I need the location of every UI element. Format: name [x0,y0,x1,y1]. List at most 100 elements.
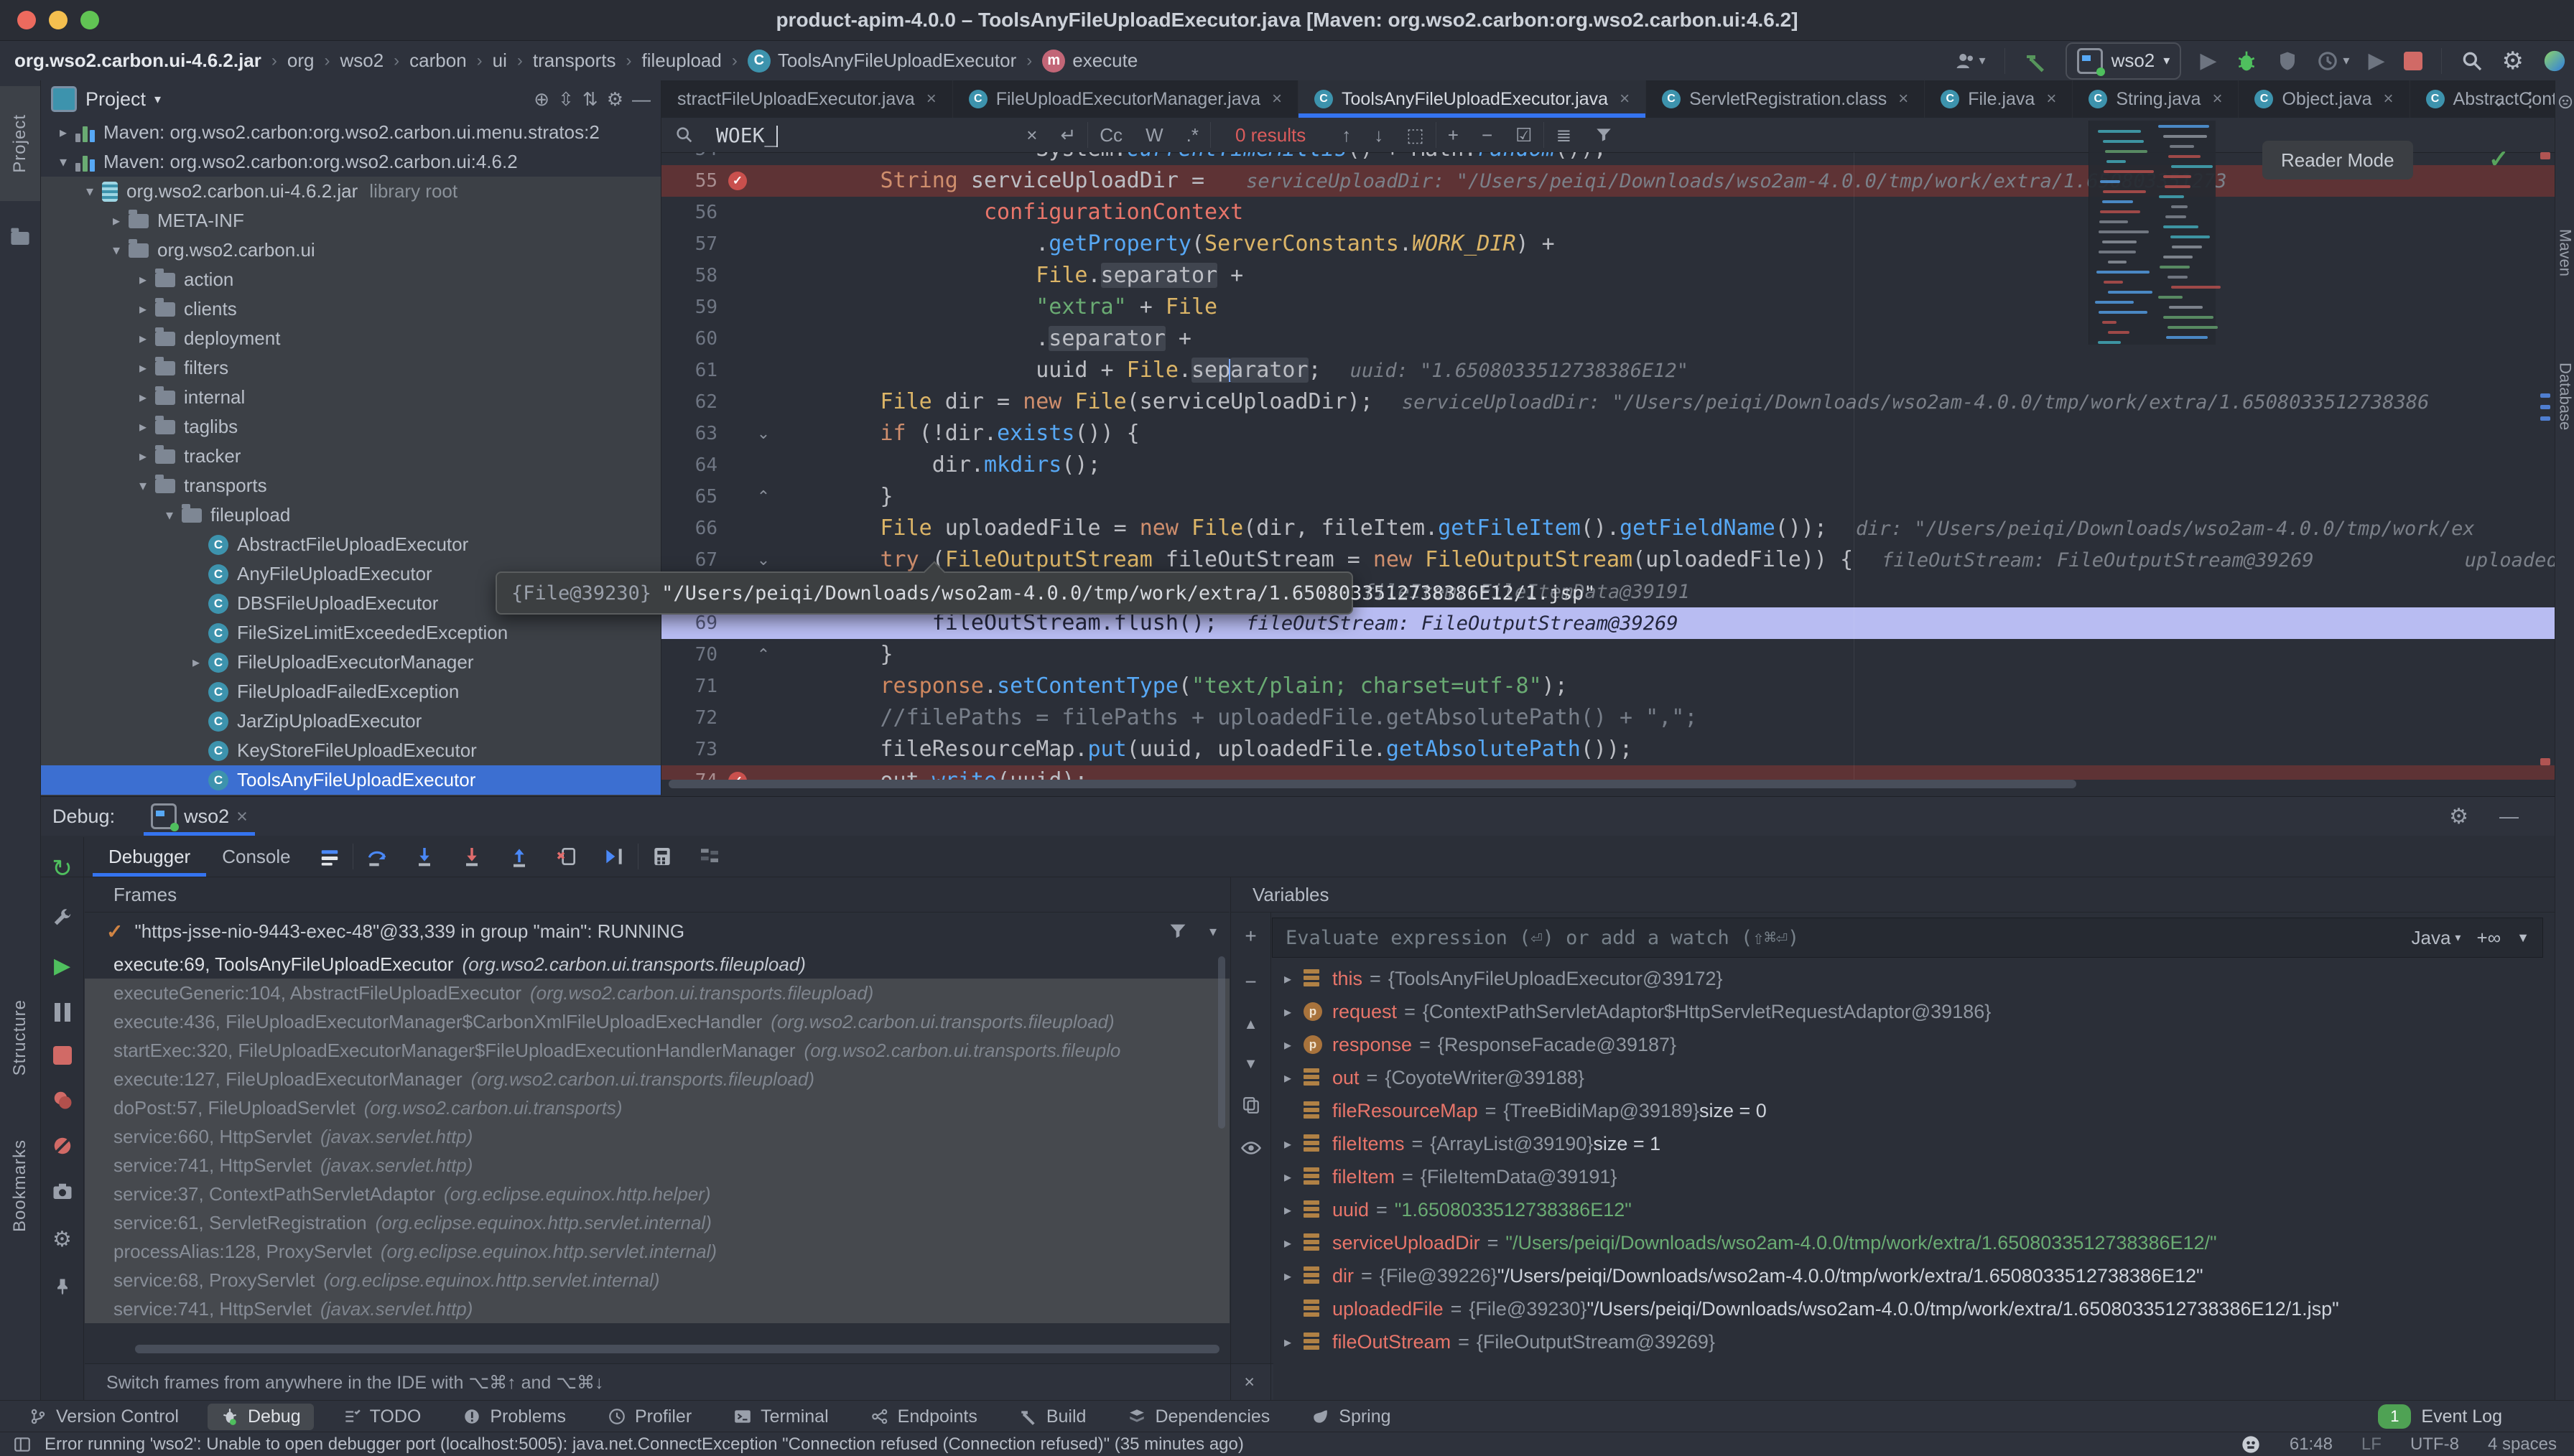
tree-item-keystorefileuploadexecutor[interactable]: CKeyStoreFileUploadExecutor [41,736,661,765]
variable-chevron-icon[interactable]: ▸ [1272,1168,1304,1186]
tool-window-button-profiler[interactable]: Profiler [595,1404,705,1430]
breakpoint-gutter[interactable]: ✓ [725,772,751,780]
code-line-65[interactable]: 65⌃ } [661,481,2555,513]
stripe-tab-maven[interactable]: Maven [2555,195,2574,310]
stack-frame[interactable]: processAlias:128, ProxyServlet(org.eclip… [85,1237,1230,1266]
stripe-tab-database[interactable]: Database [2555,325,2574,468]
run-to-cursor-icon[interactable] [603,845,626,868]
variable-row-dir[interactable]: ▸dir={File@39226} "/Users/peiqi/Download… [1272,1259,2555,1292]
add-watch-icon[interactable]: + [1245,925,1256,948]
settings-gear-icon[interactable]: ⚙ [2502,47,2524,75]
move-up-icon[interactable]: ▲ [1244,1017,1258,1033]
close-tab-icon[interactable]: × [2384,89,2394,109]
tree-chevron-icon[interactable]: ▸ [131,300,155,318]
variable-chevron-icon[interactable]: ▸ [1272,1135,1304,1153]
code-line-70[interactable]: 70⌃ } [661,639,2555,671]
code-line-60[interactable]: 60 .separator + [661,323,2555,355]
add-occurrence-icon[interactable]: + [1448,124,1459,146]
pause-program-icon[interactable] [55,1003,70,1022]
tool-window-button-problems[interactable]: Problems [450,1404,579,1430]
evaluate-expression-icon[interactable] [651,845,674,868]
tool-window-button-terminal[interactable]: Terminal [720,1404,841,1430]
variable-row-serviceUploadDir[interactable]: ▸serviceUploadDir="/Users/peiqi/Download… [1272,1226,2555,1259]
regex-toggle[interactable]: .* [1186,124,1199,146]
breadcrumb-item[interactable]: org [287,50,315,72]
add-to-watches-icon[interactable]: +∞ [2476,927,2501,949]
line-number[interactable]: 60 [661,328,725,350]
line-number[interactable]: 73 [661,739,725,760]
variable-row-uuid[interactable]: ▸uuid="1.6508033512738386E12" [1272,1193,2555,1226]
editor-tab-toolsanyfileuploadexecutor-java[interactable]: CToolsAnyFileUploadExecutor.java× [1298,80,1646,118]
line-number[interactable]: 61 [661,360,725,381]
tab-debugger[interactable]: Debugger [93,836,206,877]
layout-columns-icon[interactable] [13,1435,32,1454]
close-tab-icon[interactable]: × [2046,89,2056,109]
tab-console[interactable]: Console [206,836,306,877]
mute-breakpoints-icon[interactable] [52,1135,73,1157]
stack-frame[interactable]: execute:69, ToolsAnyFileUploadExecutor(o… [85,950,1230,979]
variable-row-uploadedFile[interactable]: uploadedFile={File@39230} "/Users/peiqi/… [1272,1292,2555,1325]
chevron-down-icon[interactable]: ▾ [154,92,161,107]
variable-row-response[interactable]: ▸presponse={ResponseFacade@39187} [1272,1028,2555,1061]
file-encoding[interactable]: UTF-8 [2410,1434,2459,1455]
stripe-mark-blue[interactable] [2540,416,2550,421]
indent-setting[interactable]: 4 spaces [2488,1434,2557,1455]
breadcrumb-item[interactable]: fileupload [642,50,722,72]
line-number[interactable]: 55 [661,170,725,192]
tree-item-jarzipuploadexecutor[interactable]: CJarZipUploadExecutor [41,706,661,736]
hide-panel-icon[interactable]: — [632,88,651,111]
breadcrumb-item[interactable]: carbon [409,50,467,72]
close-session-icon[interactable]: × [236,806,248,828]
line-number[interactable]: 64 [661,454,725,476]
stripe-tab-bookmarks[interactable]: Bookmarks [0,1114,40,1258]
variable-row-fileResourceMap[interactable]: fileResourceMap={TreeBidiMap@39189} size… [1272,1094,2555,1127]
tool-window-button-spring[interactable]: Spring [1298,1404,1403,1430]
tree-item-action[interactable]: ▸action [41,265,661,294]
variable-chevron-icon[interactable]: ▸ [1272,1333,1304,1351]
thread-dump-camera-icon[interactable] [52,1181,73,1203]
stripe-tab-project[interactable]: Project [0,86,40,201]
tool-window-button-todo[interactable]: TODO [330,1404,435,1430]
breakpoint-gutter[interactable]: ✓ [725,172,751,190]
tree-item-transports[interactable]: ▾transports [41,471,661,500]
tree-chevron-icon[interactable]: ▾ [78,182,102,200]
find-search-icon[interactable] [674,125,694,145]
variable-row-fileOutStream[interactable]: ▸fileOutStream={FileOutputStream@39269} [1272,1325,2555,1358]
status-message[interactable]: Error running 'wso2': Unable to open deb… [45,1434,1244,1455]
move-down-icon[interactable]: ▼ [1244,1056,1258,1073]
thread-filter-funnel-icon[interactable] [1168,921,1188,941]
watch-eye-icon[interactable] [1240,1137,1262,1159]
thread-dropdown-chevron-icon[interactable]: ▾ [1209,923,1217,941]
code-with-me-icon[interactable]: ▾ [1955,50,1986,72]
inspections-ok-icon[interactable]: ✓ [2489,145,2509,174]
select-all-occurrences-icon[interactable]: ☑ [1515,124,1532,146]
editor-tab-string-java[interactable]: CString.java× [2073,80,2239,118]
stripe-tab-structure[interactable]: Structure [0,976,40,1098]
evaluate-language-select[interactable]: Java▾ [2412,927,2461,949]
stop-icon[interactable] [53,1046,72,1065]
step-into-icon[interactable] [413,845,436,868]
tree-chevron-icon[interactable]: ▸ [131,447,155,465]
line-number[interactable]: 74 [661,770,725,780]
rerun-icon[interactable]: ↻ [52,854,73,883]
stripe-mark-breakpoint[interactable] [2540,152,2550,159]
fold-marker-icon[interactable]: ⌃ [751,645,776,664]
remove-occurrence-icon[interactable]: − [1482,124,1492,146]
variable-row-fileItem[interactable]: ▸fileItem={FileItemData@39191} [1272,1160,2555,1193]
code-viewport[interactable]: 54 System.currentTimeMillis() + Math.ran… [661,152,2555,780]
line-number[interactable]: 70 [661,644,725,666]
tree-chevron-icon[interactable]: ▾ [131,477,155,495]
code-line-61[interactable]: 61 uuid + File.separator;uuid: "1.650803… [661,355,2555,386]
tree-chevron-icon[interactable]: ▸ [131,330,155,347]
whole-words-toggle[interactable]: W [1146,124,1163,146]
minimize-debug-icon[interactable]: — [2499,806,2519,828]
variable-chevron-icon[interactable]: ▸ [1272,970,1304,988]
build-hammer-icon[interactable] [2024,50,2047,73]
code-line-57[interactable]: 57 .getProperty(ServerConstants.WORK_DIR… [661,228,2555,260]
code-line-71[interactable]: 71 response.setContentType("text/plain; … [661,671,2555,702]
tab-options-kebab-icon[interactable]: ⋮ [2520,80,2540,118]
frames-vertical-scrollbar[interactable] [1218,956,1225,1129]
line-number[interactable]: 59 [661,297,725,318]
code-line-58[interactable]: 58 File.separator + [661,260,2555,291]
editor-tab-object-java[interactable]: CObject.java× [2239,80,2410,118]
